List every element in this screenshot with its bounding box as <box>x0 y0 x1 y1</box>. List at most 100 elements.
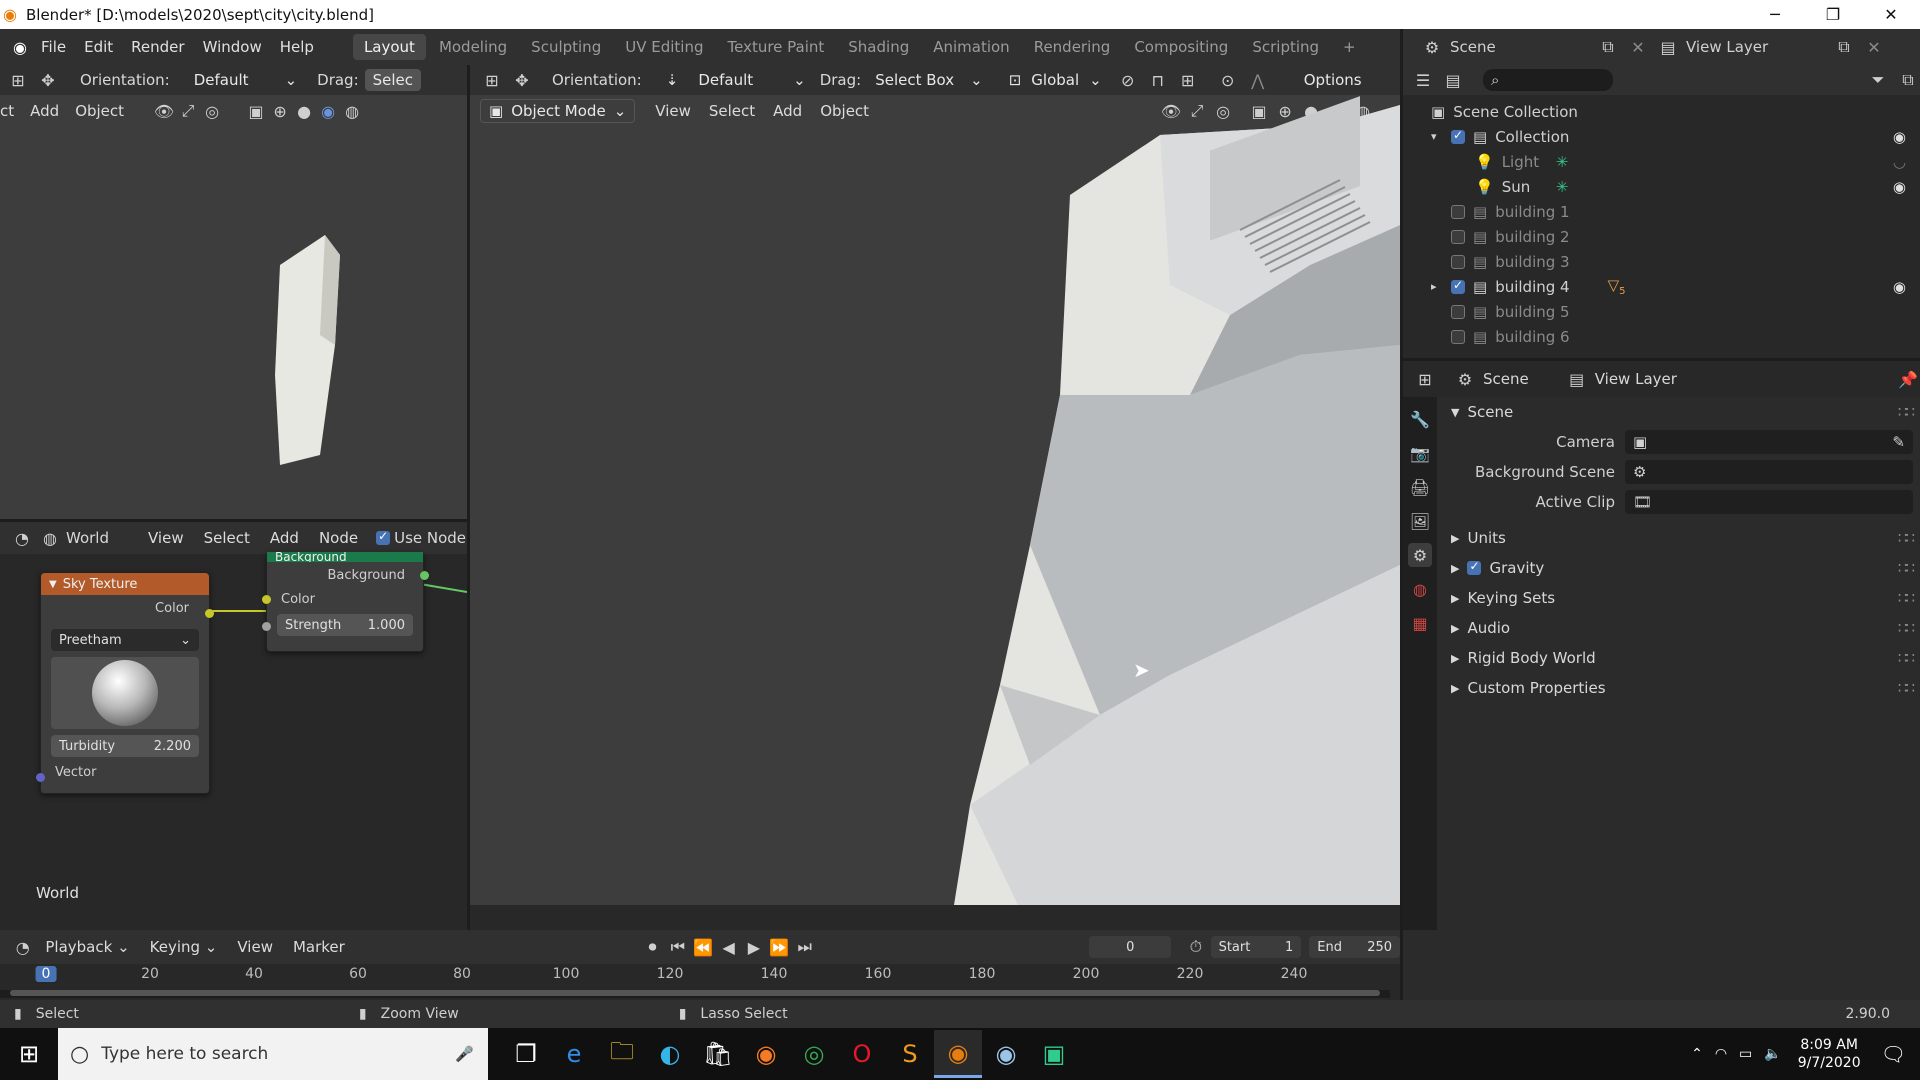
blender-menu-icon[interactable]: ◉ <box>8 35 32 59</box>
properties-editor[interactable]: ⊞ ⚙ Scene ▤ View Layer 📌 🔧 📷 🖨 🖼 ⚙ ◍ ▦ ▼… <box>1403 361 1920 930</box>
visibility-eye-icon[interactable]: ◉ <box>1893 278 1906 296</box>
prev-keyframe-icon[interactable]: ⏪ <box>693 935 714 959</box>
scene-name[interactable]: Scene <box>1450 38 1590 56</box>
maximize-button[interactable]: ❐ <box>1804 0 1862 29</box>
editor-type-icon[interactable]: ☰ <box>1411 68 1435 92</box>
opera-icon[interactable]: O <box>838 1030 886 1078</box>
exclude-checkbox[interactable] <box>1451 204 1465 219</box>
tab-texture-paint[interactable]: Texture Paint <box>716 34 835 60</box>
new-scene-icon[interactable]: ⧉ <box>1596 35 1620 59</box>
outliner-item[interactable]: ▤ building 6 <box>1403 324 1920 349</box>
clock[interactable]: 8:09 AM 9/7/2020 <box>1798 1036 1861 1072</box>
menu-window[interactable]: Window <box>194 38 271 56</box>
new-collection-icon[interactable]: ⧉ <box>1896 68 1920 92</box>
volume-icon[interactable]: 🔈 <box>1764 1046 1781 1062</box>
chrome-icon[interactable]: ◎ <box>790 1030 838 1078</box>
drag-dropdown[interactable]: Selec <box>364 69 422 91</box>
timeline[interactable]: ◔ Playback ⌄ Keying ⌄ View Marker ⏺ ⏮ ⏪ … <box>0 930 1400 1000</box>
rendered-shading-icon[interactable]: ◍ <box>340 99 364 123</box>
menu-edit[interactable]: Edit <box>75 38 122 56</box>
menu-render[interactable]: Render <box>122 38 193 56</box>
start-frame-field[interactable]: Start 1 <box>1210 936 1302 958</box>
outliner-item[interactable]: 💡 Sun ✳ ◉ <box>1403 174 1920 199</box>
tab-animation[interactable]: Animation <box>922 34 1020 60</box>
subpanel-header[interactable]: ▶ Units ∷∷ <box>1443 523 1915 553</box>
filter-icon[interactable]: ⏷ <box>1866 68 1890 92</box>
render-tab-icon[interactable]: 📷 <box>1408 441 1432 465</box>
subpanel-header[interactable]: ▶ Audio ∷∷ <box>1443 613 1915 643</box>
xray-icon[interactable]: ▣ <box>244 99 268 123</box>
background-output-socket[interactable] <box>420 571 429 580</box>
remove-view-layer-icon[interactable]: ✕ <box>1862 35 1886 59</box>
solid-shading-icon[interactable]: ● <box>292 99 316 123</box>
jump-start-icon[interactable]: ⏮ <box>667 935 688 959</box>
tab-rendering[interactable]: Rendering <box>1023 34 1122 60</box>
left-viewport[interactable]: ⊞ ✥ Orientation: Default ⌄ Drag: Selec ct… <box>0 65 467 519</box>
show-hidden-icons[interactable]: ⌃ <box>1691 1046 1703 1062</box>
marker-menu[interactable]: Marker <box>285 938 353 956</box>
tab-shading[interactable]: Shading <box>837 34 920 60</box>
turbidity-field[interactable]: Turbidity 2.200 <box>51 735 199 757</box>
subpanel-header[interactable]: ▶ Keying Sets ∷∷ <box>1443 583 1915 613</box>
drag-handle-icon[interactable]: ∷∷ <box>1898 589 1915 607</box>
playback-menu[interactable]: Playback ⌄ <box>37 938 137 956</box>
background-node[interactable]: Background Background Color Strength 1.00… <box>262 552 429 652</box>
exclude-checkbox[interactable] <box>1451 304 1465 319</box>
close-button[interactable]: ✕ <box>1862 0 1920 29</box>
view-layer-name[interactable]: View Layer <box>1686 38 1826 56</box>
eyedropper-icon[interactable]: ✎ <box>1892 433 1905 451</box>
subpanel-header[interactable]: ▶ Gravity ∷∷ <box>1443 553 1915 583</box>
scene-tab-icon[interactable]: ⚙ <box>1408 543 1432 567</box>
expand-arrow-icon[interactable]: ▸ <box>1431 280 1443 293</box>
outliner-item[interactable]: ▤ building 1 <box>1403 199 1920 224</box>
outliner-item[interactable]: 💡 Light ✳ ◡ <box>1403 149 1920 174</box>
outliner-item[interactable]: ▤ building 2 <box>1403 224 1920 249</box>
blender-taskbar-icon[interactable]: ◉ <box>934 1030 982 1078</box>
output-tab-icon[interactable]: 🖨 <box>1408 475 1432 499</box>
record-icon[interactable]: ⏺ <box>642 935 663 959</box>
exclude-checkbox[interactable] <box>1451 128 1465 144</box>
wifi-icon[interactable]: ◠ <box>1715 1046 1727 1062</box>
drag-handle-icon[interactable]: ∷∷ <box>1898 559 1915 577</box>
strength-field[interactable]: Strength 1.000 <box>277 614 413 636</box>
new-view-layer-icon[interactable]: ⧉ <box>1832 35 1856 59</box>
display-mode-icon[interactable]: ▤ <box>1441 68 1465 92</box>
world-tab-icon[interactable]: ◍ <box>1408 577 1432 601</box>
sky-texture-node[interactable]: ▼ Sky Texture Color Preetham ⌄ Turbidity 2.… <box>36 572 214 794</box>
outliner[interactable]: ☰ ▤ ⌕ ⏷ ⧉ ▣ Scene Collection ▾ ▤ Collectio… <box>1403 65 1920 358</box>
move-tool-icon[interactable]: ✥ <box>36 68 60 92</box>
tab-scripting[interactable]: Scripting <box>1241 34 1330 60</box>
pin-icon[interactable]: 📌 <box>1896 367 1920 391</box>
material-shading-icon[interactable]: ◉ <box>316 99 340 123</box>
edge-icon[interactable]: ◐ <box>646 1030 694 1078</box>
subpanel-header[interactable]: ▶ Rigid Body World ∷∷ <box>1443 643 1915 673</box>
strength-input-socket[interactable] <box>262 622 271 631</box>
drag-handle-icon[interactable]: ∷∷ <box>1898 619 1915 637</box>
texture-tab-icon[interactable]: ▦ <box>1408 611 1432 635</box>
view-layer-icon[interactable]: ▤ <box>1656 35 1680 59</box>
editor-type-icon[interactable]: ◔ <box>12 935 33 959</box>
scene-icon[interactable]: ⚙ <box>1420 35 1444 59</box>
orientation-dropdown[interactable]: Default ⌄ <box>186 69 305 91</box>
visibility-eye-icon[interactable]: ◉ <box>1893 128 1906 146</box>
end-frame-field[interactable]: End 250 <box>1309 936 1400 958</box>
jump-end-icon[interactable]: ⏭ <box>794 935 815 959</box>
overlay-icon[interactable]: ◎ <box>200 99 224 123</box>
crumb-scene[interactable]: Scene <box>1483 370 1529 388</box>
modifier-badge-icon[interactable]: ▽5 <box>1608 276 1626 297</box>
keying-menu[interactable]: Keying ⌄ <box>142 938 226 956</box>
exclude-checkbox[interactable] <box>1451 229 1465 244</box>
visibility-eye-icon[interactable]: ◡ <box>1893 153 1906 171</box>
property-field[interactable]: ▣ ✎ <box>1625 430 1913 454</box>
color-input-socket[interactable] <box>262 595 271 604</box>
crumb-view-layer[interactable]: View Layer <box>1595 370 1677 388</box>
drag-handle-icon[interactable]: ∷∷ <box>1898 529 1915 547</box>
editor-type-icon[interactable]: ⊞ <box>1413 367 1437 391</box>
play-reverse-icon[interactable]: ◀ <box>718 935 739 959</box>
notifications-icon[interactable]: 🗨 <box>1881 1042 1906 1066</box>
object-menu[interactable]: Object <box>67 102 132 120</box>
main-viewport[interactable]: ⊞ ✥ Orientation: ⇣ Default ⌄ Drag: Select… <box>470 65 1400 930</box>
blender-alt-icon[interactable]: ◉ <box>982 1030 1030 1078</box>
scene-collection-row[interactable]: ▣ Scene Collection <box>1403 99 1920 124</box>
property-field[interactable]: ⚙ <box>1625 460 1913 484</box>
